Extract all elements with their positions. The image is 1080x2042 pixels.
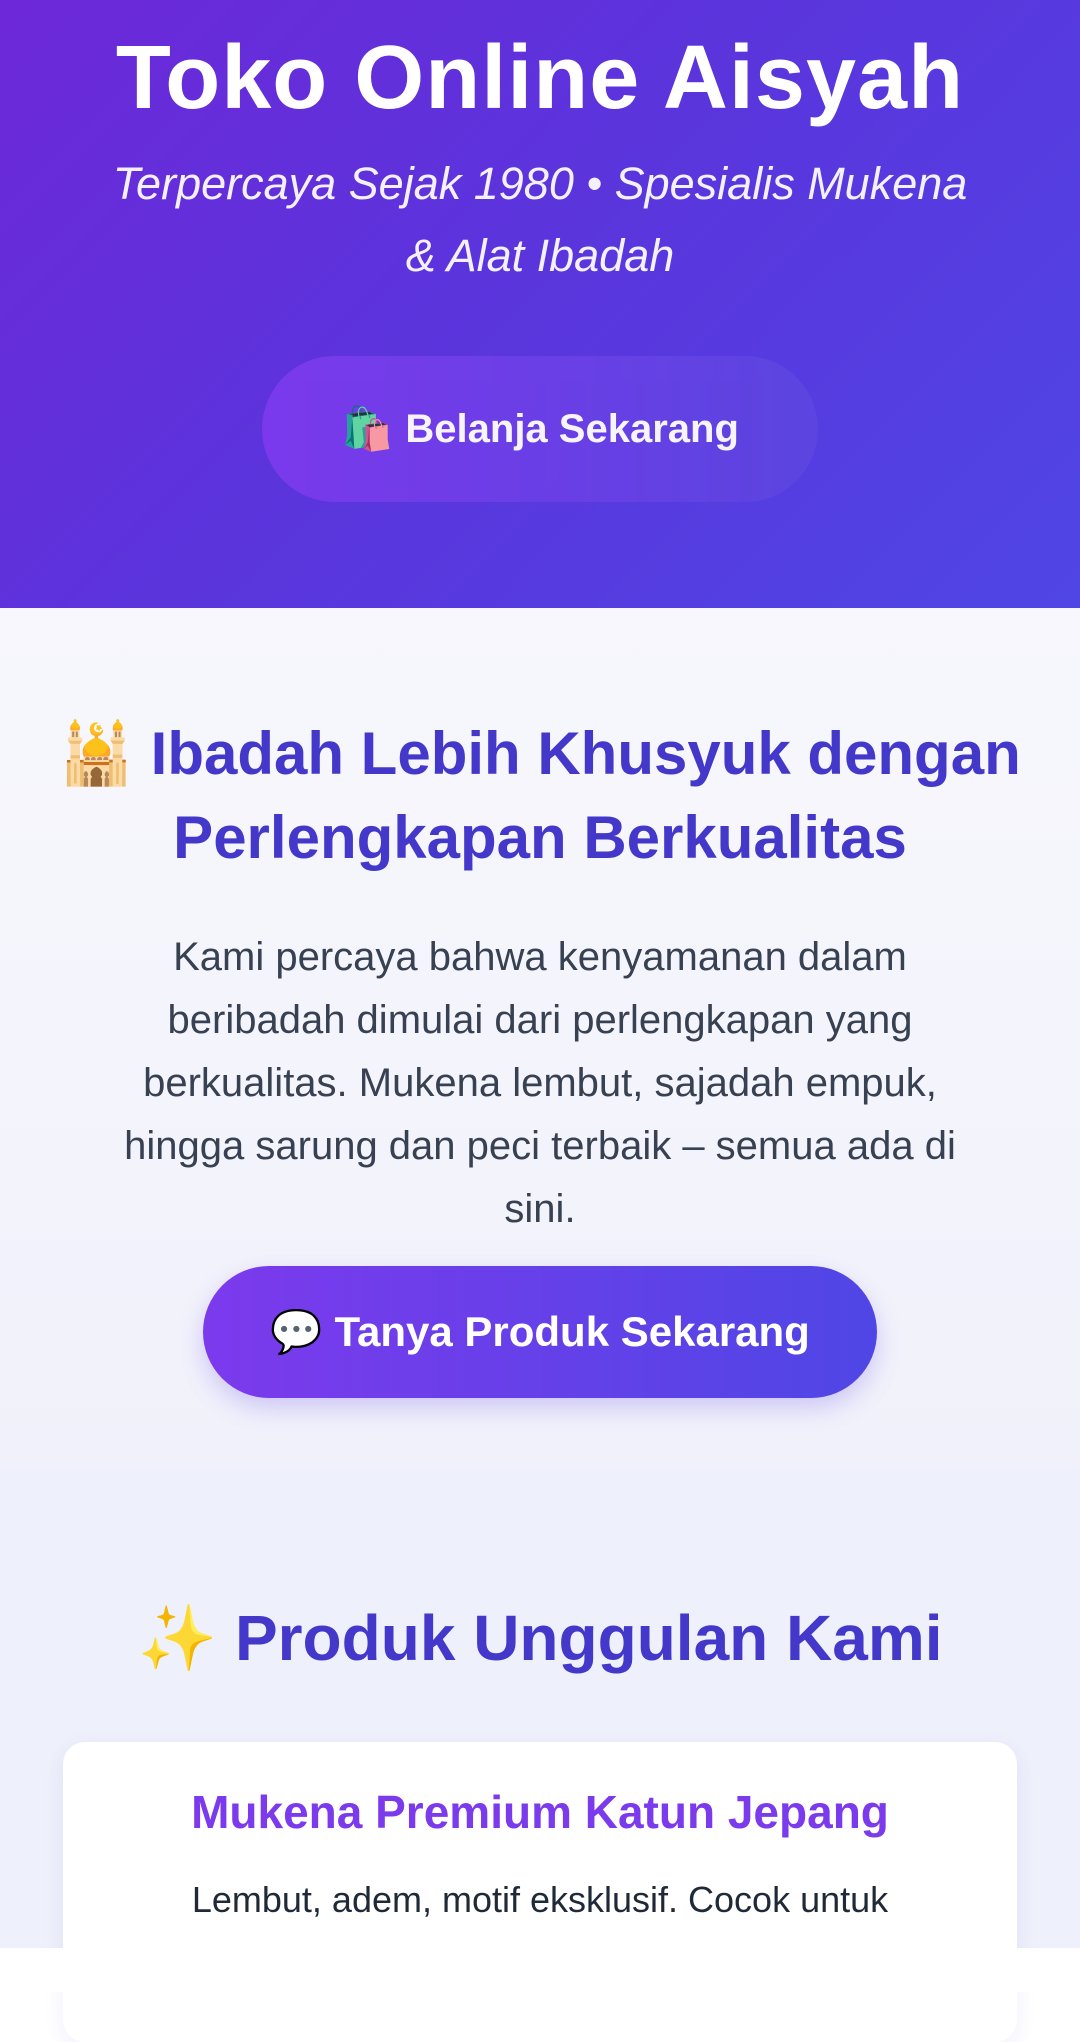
featured-products-heading: ✨ Produk Unggulan Kami: [137, 1602, 943, 1674]
intro-section: 🕌 Ibadah Lebih Khusyuk dengan Perlengkap…: [0, 608, 1080, 1468]
speech-bubble-icon: 💬: [270, 1307, 323, 1355]
shop-now-label: Belanja Sekarang: [405, 406, 739, 451]
product-card[interactable]: Mukena Premium Katun Jepang Lembut, adem…: [63, 1742, 1017, 2042]
intro-description: Kami percaya bahwa kenyamanan dalam beri…: [124, 935, 956, 1231]
ask-product-button[interactable]: 💬 Tanya Produk Sekarang: [203, 1266, 877, 1398]
product-description: Lembut, adem, motif eksklusif. Cocok unt…: [191, 1879, 889, 1920]
shop-now-button[interactable]: 🛍️ Belanja Sekarang: [262, 356, 818, 502]
hero-banner: Toko Online Aisyah Terpercaya Sejak 1980…: [0, 0, 1080, 608]
store-title: Toko Online Aisyah: [115, 28, 965, 128]
ask-product-label: Tanya Produk Sekarang: [334, 1308, 810, 1355]
store-tagline: Terpercaya Sejak 1980 • Spesialis Mukena…: [112, 158, 968, 281]
shopping-bags-icon: 🛍️: [341, 404, 394, 452]
intro-heading: 🕌 Ibadah Lebih Khusyuk dengan Perlengkap…: [59, 720, 1021, 871]
product-name[interactable]: Mukena Premium Katun Jepang: [63, 1782, 1017, 1842]
featured-products-section: ✨ Produk Unggulan Kami Mukena Premium Ka…: [0, 1468, 1080, 2042]
page-bottom-edge: [0, 1948, 1080, 1992]
